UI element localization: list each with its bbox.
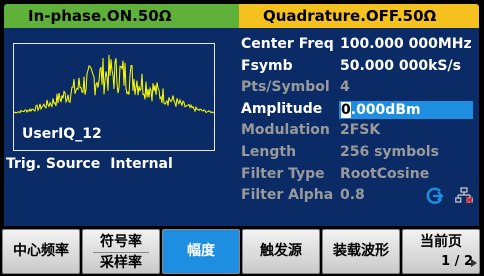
param-label: Length: [241, 143, 297, 160]
param-filter-alpha: Filter Alpha 0.8: [241, 185, 479, 207]
param-modulation: Modulation 2FSK: [241, 120, 479, 142]
param-length: Length 256 symbols: [241, 142, 479, 164]
tab-in-phase-channel[interactable]: In-phase.ON.50Ω: [4, 4, 239, 28]
param-amplitude[interactable]: Amplitude 0.000dBm: [241, 99, 479, 121]
trigger-source-value: Internal: [110, 156, 173, 172]
trigger-source-label: Trig. Source: [6, 156, 101, 172]
param-label: Amplitude: [241, 100, 323, 117]
softkey-label-bottom: 采样率: [100, 255, 142, 271]
softkey-center-freq[interactable]: 中心频率: [2, 229, 80, 274]
param-filter-type: Filter Type RootCosine: [241, 164, 479, 186]
return-arrow-icon[interactable]: [425, 186, 445, 206]
param-center-freq[interactable]: Center Freq 100.000 000MHz: [241, 34, 479, 56]
network-icon: [455, 187, 473, 204]
input-cursor: 0: [341, 101, 351, 118]
param-value: 256 symbols: [340, 143, 439, 160]
param-value: RootCosine: [340, 165, 430, 182]
param-label: Modulation: [241, 122, 330, 139]
next-page-arrow-icon: [471, 259, 477, 267]
param-fsymb[interactable]: Fsymb 50.000 000kS/s: [241, 56, 479, 78]
waveform-name: UserIQ_12: [22, 126, 102, 142]
waveform-preview: UserIQ_12: [13, 43, 215, 151]
param-value: 2FSK: [340, 122, 381, 139]
page-indicator: 1 / 2: [441, 254, 473, 269]
amplitude-input-rest: .000dBm: [350, 101, 421, 118]
amplitude-input[interactable]: 0.000dBm: [339, 100, 473, 119]
softkey-trigger-source[interactable]: 触发源: [242, 229, 320, 274]
softkey-label: 中心频率: [13, 243, 69, 259]
softkey-label: 触发源: [260, 243, 302, 259]
param-value: 4: [340, 79, 350, 96]
param-label: Filter Alpha: [241, 187, 334, 204]
param-value: 0.8: [340, 187, 365, 204]
trigger-source: Trig. Source Internal: [6, 156, 173, 172]
softkey-bar: 中心频率 符号率 采样率 幅度 触发源 装载波形 当前页 1 / 2: [2, 229, 482, 274]
parameter-list: Center Freq 100.000 000MHz Fsymb 50.000 …: [241, 34, 479, 207]
param-value: 100.000 000MHz: [340, 36, 472, 52]
main-panel: UserIQ_12 Trig. Source Internal Center Fr…: [4, 28, 479, 226]
param-label: Center Freq: [241, 36, 334, 52]
softkey-label: 装载波形: [333, 243, 389, 259]
softkey-page[interactable]: 当前页 1 / 2: [402, 229, 480, 274]
param-pts-symbol: Pts/Symbol 4: [241, 77, 479, 99]
softkey-amplitude[interactable]: 幅度: [162, 229, 240, 274]
param-label: Pts/Symbol: [241, 79, 330, 96]
param-label: Filter Type: [241, 165, 325, 182]
softkey-label-top: 符号率: [100, 234, 142, 250]
screen: In-phase.ON.50Ω Quadrature.OFF.50Ω UserI…: [0, 0, 484, 276]
param-label: Fsymb: [241, 57, 293, 74]
softkey-label-top: 当前页: [420, 234, 462, 250]
softkey-symbol-rate[interactable]: 符号率 采样率: [82, 229, 160, 274]
waveform-trace: [14, 54, 214, 114]
param-value: 50.000 000kS/s: [340, 57, 461, 74]
tab-quadrature-channel[interactable]: Quadrature.OFF.50Ω: [239, 4, 479, 28]
softkey-load-waveform[interactable]: 装载波形: [322, 229, 400, 274]
softkey-label: 幅度: [187, 243, 215, 259]
